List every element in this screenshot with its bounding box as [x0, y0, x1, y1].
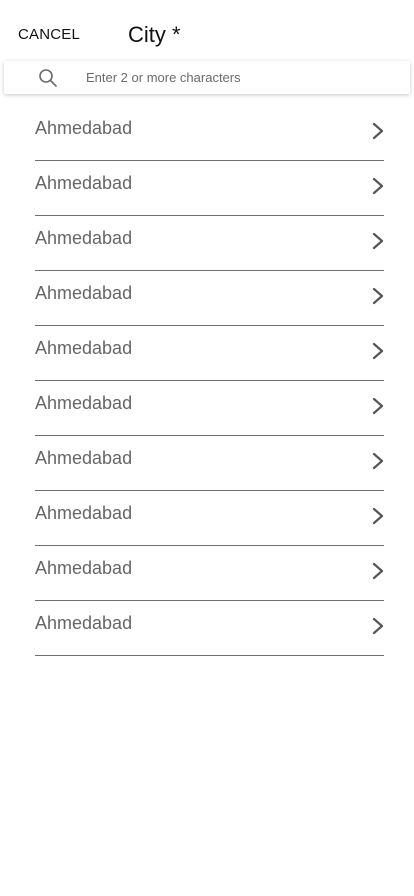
chevron-right-icon: [372, 397, 384, 415]
city-name: Ahmedabad: [35, 228, 133, 248]
chevron-right-icon: [372, 342, 384, 360]
city-name: Ahmedabad: [35, 173, 133, 193]
city-list: Ahmedabad Ahmedabad Ahmedabad Ahmedabad Ahme…: [35, 106, 384, 656]
chevron-right-icon: [372, 122, 384, 140]
search-icon: [38, 68, 58, 88]
city-list-item[interactable]: Ahmedabad: [35, 161, 384, 216]
chevron-right-icon: [372, 177, 384, 195]
chevron-right-icon: [372, 287, 384, 305]
chevron-right-icon: [372, 507, 384, 525]
chevron-right-icon: [372, 232, 384, 250]
city-name: Ahmedabad: [35, 338, 133, 358]
city-list-item[interactable]: Ahmedabad: [35, 546, 384, 601]
city-list-item[interactable]: Ahmedabad: [35, 326, 384, 381]
chevron-right-icon: [372, 562, 384, 580]
city-name: Ahmedabad: [35, 118, 133, 138]
city-list-item[interactable]: Ahmedabad: [35, 106, 384, 161]
city-list-item[interactable]: Ahmedabad: [35, 436, 384, 491]
city-list-item[interactable]: Ahmedabad: [35, 491, 384, 546]
cancel-button[interactable]: CANCEL: [18, 26, 80, 43]
search-input[interactable]: [86, 66, 386, 89]
header: CANCEL City *: [0, 0, 414, 60]
page-title: City *: [128, 22, 181, 47]
city-list-item[interactable]: Ahmedabad: [35, 216, 384, 271]
chevron-right-icon: [372, 452, 384, 470]
city-name: Ahmedabad: [35, 503, 133, 523]
city-name: Ahmedabad: [35, 558, 133, 578]
city-list-item[interactable]: Ahmedabad: [35, 271, 384, 326]
city-name: Ahmedabad: [35, 393, 133, 413]
city-list-item[interactable]: Ahmedabad: [35, 381, 384, 436]
city-name: Ahmedabad: [35, 613, 133, 633]
city-name: Ahmedabad: [35, 448, 133, 468]
city-name: Ahmedabad: [35, 283, 133, 303]
chevron-right-icon: [372, 617, 384, 635]
city-list-item[interactable]: Ahmedabad: [35, 601, 384, 656]
search-bar: [4, 61, 410, 94]
